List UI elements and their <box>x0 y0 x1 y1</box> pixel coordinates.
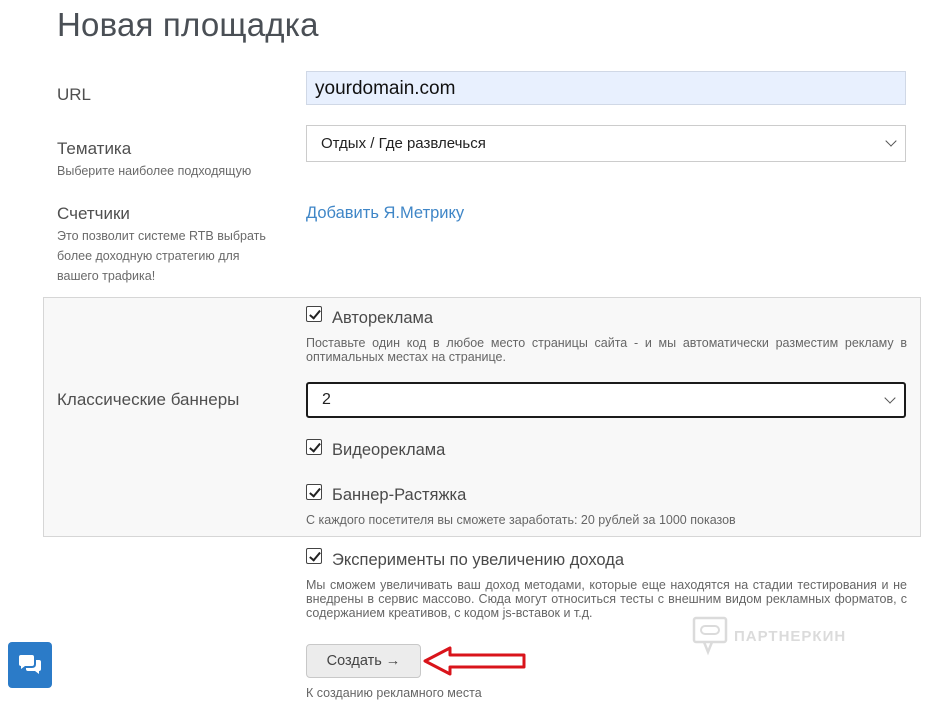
annotation-arrow-icon <box>423 646 526 676</box>
auto-ads-label[interactable]: Автореклама <box>332 309 433 328</box>
url-input[interactable]: yourdomain.com <box>306 71 906 105</box>
stretch-banner-label[interactable]: Баннер-Растяжка <box>332 486 466 505</box>
counters-label: Счетчики <box>57 204 130 223</box>
watermark-text: ПАРТНЕРКИН <box>734 627 847 645</box>
video-ads-label[interactable]: Видеореклама <box>332 441 445 460</box>
theme-select[interactable]: Отдых / Где развлечься <box>306 125 906 162</box>
banner-count-value: 2 <box>322 391 331 408</box>
theme-select-value: Отдых / Где развлечься <box>321 135 486 152</box>
auto-ads-checkbox[interactable] <box>306 306 322 322</box>
watermark: ПАРТНЕРКИН <box>692 616 846 656</box>
banner-count-select[interactable]: 2 <box>306 382 906 418</box>
experiments-label[interactable]: Эксперименты по увеличению дохода <box>332 551 624 570</box>
chat-button[interactable] <box>8 642 52 688</box>
url-label: URL <box>57 85 92 104</box>
page-title: Новая площадка <box>57 6 319 43</box>
chevron-down-icon <box>885 135 897 147</box>
chat-bubbles-icon <box>19 655 41 674</box>
create-help: К созданию рекламного места <box>306 686 482 700</box>
create-button[interactable]: Создать → <box>306 644 421 678</box>
auto-ads-help: Поставьте один код в любое место страниц… <box>306 336 907 364</box>
theme-label: Тематика <box>57 139 132 158</box>
video-ads-checkbox[interactable] <box>306 439 322 455</box>
classic-banners-label: Классические баннеры <box>57 390 240 409</box>
chevron-down-icon <box>884 391 896 404</box>
experiments-checkbox[interactable] <box>306 548 322 564</box>
counters-help: Это позволит системе RTB выбрать более д… <box>57 229 266 283</box>
theme-help: Выберите наиболее подходящую <box>57 164 252 178</box>
watermark-logo-icon <box>692 616 728 656</box>
stretch-banner-help: С каждого посетителя вы сможете заработа… <box>306 513 736 527</box>
stretch-banner-checkbox[interactable] <box>306 484 322 500</box>
add-metrika-link[interactable]: Добавить Я.Метрику <box>306 204 464 223</box>
experiments-help: Мы сможем увеличивать ваш доход методами… <box>306 578 907 620</box>
